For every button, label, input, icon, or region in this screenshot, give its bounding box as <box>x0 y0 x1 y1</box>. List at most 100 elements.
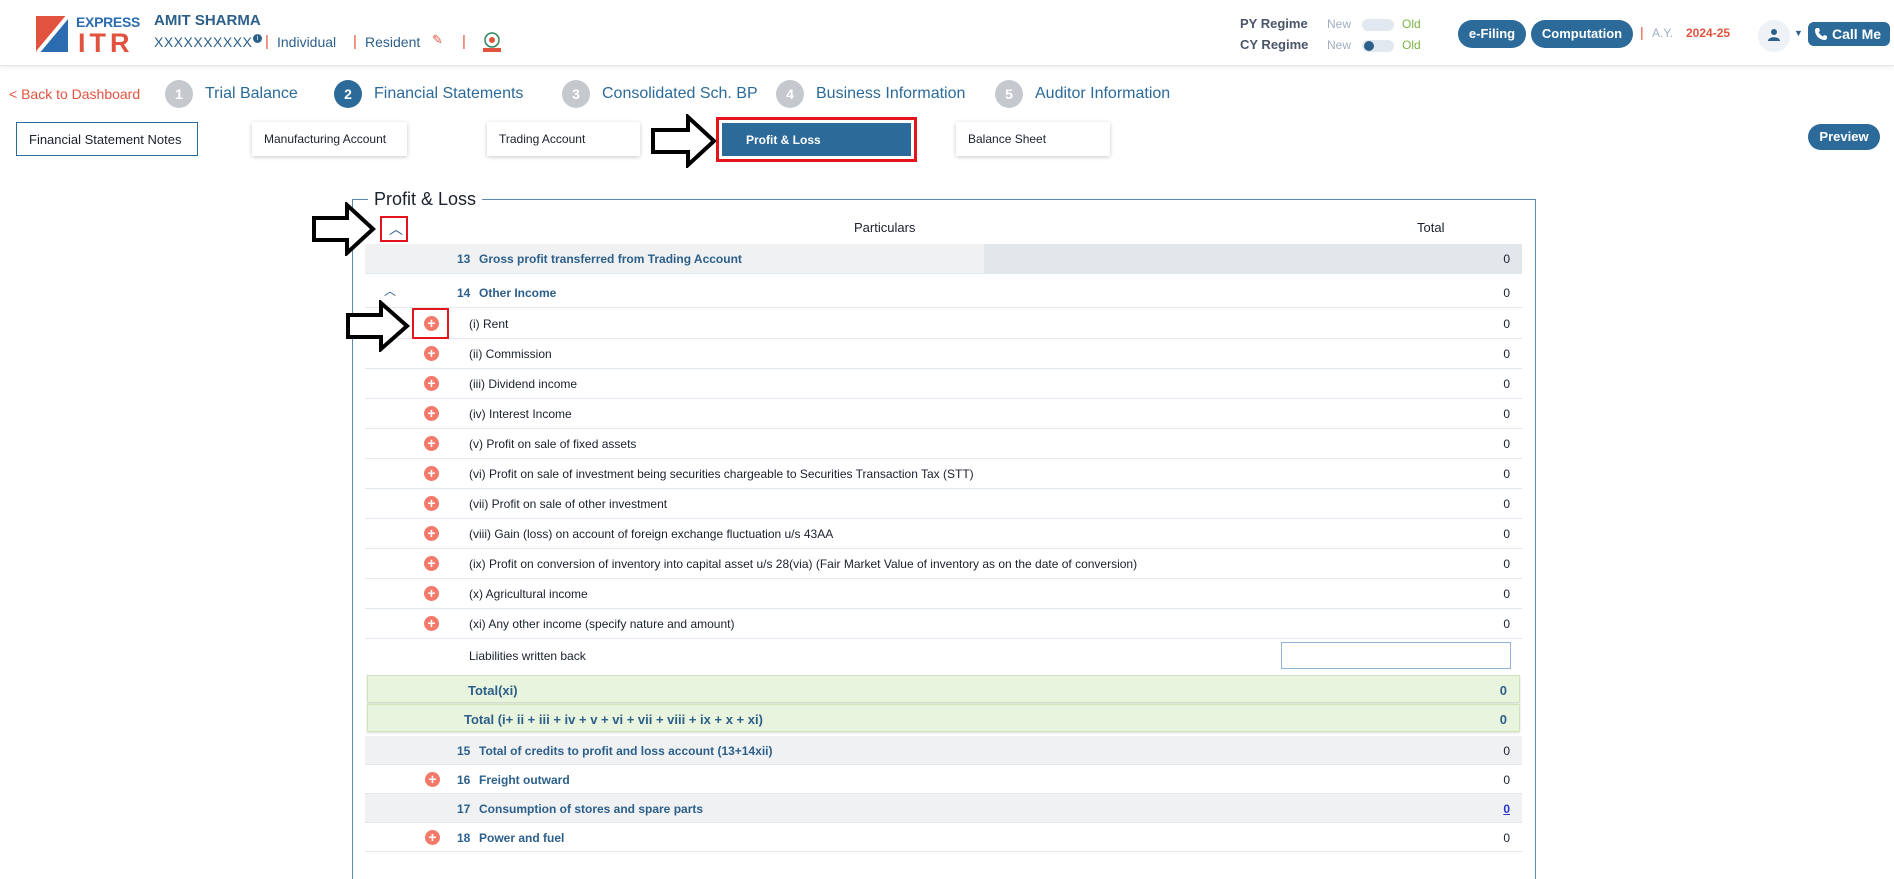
separator: | <box>353 33 357 50</box>
row-label: (vii) Profit on sale of other investment <box>469 497 668 511</box>
list-item: + (viii) Gain (loss) on account of forei… <box>365 519 1522 549</box>
row-value: 0 <box>1503 407 1510 421</box>
row-value: 0 <box>1503 286 1510 300</box>
liabilities-written-back-input[interactable] <box>1281 642 1511 669</box>
preview-button[interactable]: Preview <box>1808 124 1880 150</box>
express-itr-logo[interactable]: EXPRESS ITR <box>34 12 140 58</box>
logo-itr-text: ITR <box>78 28 134 58</box>
total-xii-row: Total (i+ ii + iii + iv + v + vi + vii +… <box>367 704 1520 732</box>
collapse-all-button[interactable]: ︿ <box>380 216 408 242</box>
list-item: + (ix) Profit on conversion of inventory… <box>365 549 1522 579</box>
row-label: Liabilities written back <box>469 649 586 663</box>
user-residency: Resident <box>365 34 421 50</box>
separator: | <box>265 33 269 50</box>
list-item: + (x) Agricultural income 0 <box>365 579 1522 609</box>
row-value: 0 <box>1503 467 1510 481</box>
add-plus-icon[interactable]: + <box>424 346 439 361</box>
step-consolidated-sch-bp[interactable]: Consolidated Sch. BP <box>602 85 758 103</box>
ay-label: A.Y. <box>1652 26 1674 40</box>
step-business-information[interactable]: Business Information <box>816 85 965 103</box>
user-icon <box>1768 29 1780 41</box>
tab-financial-statement-notes[interactable]: Financial Statement Notes <box>16 122 198 156</box>
panel-title: Profit & Loss <box>368 189 483 210</box>
row-label: (vi) Profit on sale of investment being … <box>469 467 974 481</box>
list-item: + (iii) Dividend income 0 <box>365 369 1522 399</box>
row-label: (iv) Interest Income <box>469 407 572 421</box>
tab-profit-and-loss[interactable]: Profit & Loss <box>722 123 911 156</box>
edit-pencil-icon[interactable]: ✎ <box>432 32 443 48</box>
list-item: + (iv) Interest Income 0 <box>365 399 1522 429</box>
add-plus-icon[interactable]: + <box>424 376 439 391</box>
tab-balance-sheet[interactable]: Balance Sheet <box>956 122 1110 156</box>
row-number: 14 <box>457 286 471 300</box>
total-xi-row: Total(xi) 0 <box>367 675 1520 703</box>
step-financial-statements[interactable]: Financial Statements <box>374 85 523 103</box>
step-trial-balance[interactable]: Trial Balance <box>205 85 298 103</box>
add-plus-icon[interactable]: + <box>424 586 439 601</box>
row-value: 0 <box>1503 527 1510 541</box>
chevron-up-icon[interactable]: ︿ <box>384 282 396 299</box>
add-plus-icon[interactable]: + <box>424 616 439 631</box>
row-value: 0 <box>1503 831 1510 845</box>
computation-button[interactable]: Computation <box>1531 20 1633 48</box>
back-to-dashboard-link[interactable]: < Back to Dashboard <box>9 86 140 102</box>
phone-icon <box>1815 28 1827 40</box>
row-label: (ii) Commission <box>469 347 552 361</box>
row-value: 0 <box>1503 557 1510 571</box>
chevron-down-icon[interactable]: ▼ <box>1794 28 1803 38</box>
add-plus-icon[interactable]: + <box>424 496 439 511</box>
row-number: 17 <box>457 802 471 816</box>
row-label: (iii) Dividend income <box>469 377 578 391</box>
row-number: 15 <box>457 744 471 758</box>
step-5-number[interactable]: 5 <box>995 80 1023 108</box>
add-plus-icon[interactable]: + <box>424 436 439 451</box>
user-avatar[interactable] <box>1758 20 1790 52</box>
row-label: Gross profit transferred from Trading Ac… <box>479 252 742 266</box>
table-row: + 18 Power and fuel 0 <box>365 823 1522 852</box>
cy-regime-toggle[interactable] <box>1362 40 1394 52</box>
cy-regime-new: New <box>1327 38 1352 52</box>
call-me-button[interactable]: Call Me <box>1808 22 1890 46</box>
step-1-number[interactable]: 1 <box>165 80 193 108</box>
py-regime-toggle[interactable] <box>1362 19 1394 31</box>
step-4-number[interactable]: 4 <box>776 80 804 108</box>
column-header-total: Total <box>1417 220 1445 235</box>
table-row: 15 Total of credits to profit and loss a… <box>365 736 1522 765</box>
toggle-knob <box>1364 41 1374 51</box>
row-label: (xi) Any other income (specify nature an… <box>469 617 735 631</box>
cy-regime-label: CY Regime <box>1240 37 1309 52</box>
add-plus-icon[interactable]: + <box>424 466 439 481</box>
pan-value: XXXXXXXXXX <box>154 34 253 50</box>
table-row: ︿ 14 Other Income 0 <box>365 278 1522 308</box>
ay-value: 2024-25 <box>1686 26 1731 40</box>
user-type: Individual <box>277 34 337 50</box>
row-value-link[interactable]: 0 <box>1503 802 1510 816</box>
add-plus-icon[interactable]: + <box>424 406 439 421</box>
list-item: + (vii) Profit on sale of other investme… <box>365 489 1522 519</box>
tab-manufacturing-account[interactable]: Manufacturing Account <box>252 122 407 156</box>
row-value: 0 <box>1503 773 1510 787</box>
highlight-frame <box>412 308 449 339</box>
efiling-button[interactable]: e-Filing <box>1458 20 1526 48</box>
tab-trading-account[interactable]: Trading Account <box>487 122 640 156</box>
add-plus-icon[interactable]: + <box>424 526 439 541</box>
row-label: Freight outward <box>479 773 570 787</box>
row-label: (viii) Gain (loss) on account of foreign… <box>469 527 834 541</box>
add-plus-icon[interactable]: + <box>424 556 439 571</box>
total-label: Total (i+ ii + iii + iv + v + vi + vii +… <box>464 712 763 727</box>
separator: | <box>1640 24 1644 40</box>
step-2-number[interactable]: 2 <box>334 80 362 108</box>
step-3-number[interactable]: 3 <box>562 80 590 108</box>
call-me-label: Call Me <box>1832 26 1882 42</box>
user-name: AMIT SHARMA <box>154 12 261 29</box>
total-value: 0 <box>1499 712 1507 727</box>
step-auditor-information[interactable]: Auditor Information <box>1035 85 1170 103</box>
row-label: (x) Agricultural income <box>469 587 588 601</box>
logo-mark-icon <box>36 14 70 54</box>
row-value: 0 <box>1503 347 1510 361</box>
top-header: EXPRESS ITR AMIT SHARMA XXXXXXXXXX i | In… <box>0 0 1894 66</box>
add-plus-icon[interactable]: + <box>425 830 440 845</box>
chevron-up-icon: ︿ <box>389 221 403 237</box>
info-icon[interactable]: i <box>253 34 263 43</box>
add-plus-icon[interactable]: + <box>425 772 440 787</box>
